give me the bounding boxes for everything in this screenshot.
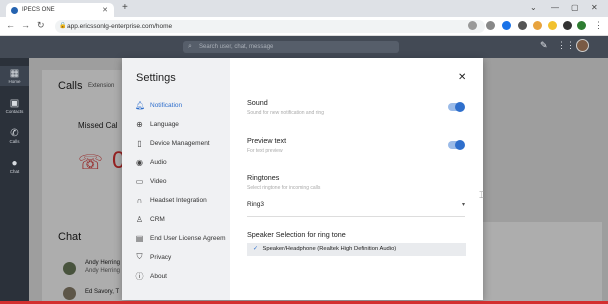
bell-icon: 🔔︎ — [135, 100, 146, 110]
mouse-cursor-icon: ⌶ — [479, 190, 485, 200]
url-bar[interactable]: 🔒 app.ericssonlg-enterprise.com/home — [55, 20, 485, 33]
menu-dots-icon[interactable]: ⋮ — [594, 20, 603, 31]
close-icon[interactable]: ✕ — [458, 72, 466, 83]
menu-item-eula[interactable]: ▤ End User License Agreem — [135, 232, 230, 244]
license-icon: ▤ — [135, 233, 144, 243]
toggle-knob — [455, 102, 465, 112]
collapse-tabs-icon[interactable]: ⌄ — [530, 3, 537, 12]
menu-label: End User License Agreem — [150, 234, 226, 242]
audio-icon: ◉ — [136, 157, 143, 167]
chat-icon: ● — [11, 158, 18, 169]
globe-icon: ⊕ — [136, 119, 143, 129]
menu-label: Privacy — [150, 253, 172, 261]
menu-label: About — [150, 272, 167, 280]
divider — [247, 216, 465, 217]
menu-item-headset-integration[interactable]: ∩ Headset Integration — [135, 194, 230, 206]
apps-grid-icon[interactable]: ⋮⋮ — [557, 40, 575, 51]
menu-item-notification[interactable]: 🔔︎ Notification — [135, 99, 230, 111]
device-icon: ▯ — [137, 138, 142, 148]
menu-label: Device Management — [150, 139, 210, 147]
search-input[interactable]: ⌕ Search user, chat, message — [183, 41, 399, 53]
ringtones-title: Ringtones — [247, 173, 280, 182]
close-tab-icon[interactable]: ✕ — [102, 6, 108, 14]
rail-item-chat[interactable]: ● Chat — [0, 158, 29, 174]
rail-label: Home — [8, 79, 21, 84]
menu-item-audio[interactable]: ◉ Audio — [135, 156, 230, 168]
compose-icon[interactable]: ✎ — [540, 40, 548, 51]
sound-subtitle: Sound for new notification and ring — [247, 110, 324, 116]
search-placeholder: Search user, chat, message — [199, 44, 274, 50]
site-favicon-icon — [11, 6, 18, 14]
menu-item-about[interactable]: ⓘ About — [135, 270, 230, 282]
cast-icon[interactable] — [486, 21, 495, 30]
video-icon: ▭ — [135, 176, 144, 186]
info-icon: ⓘ — [135, 271, 144, 281]
phone-icon: ✆ — [10, 128, 19, 139]
maximize-button[interactable]: ▢ — [571, 3, 579, 12]
settings-dialog: Settings 🔔︎ Notification ⊕ Language ▯ Devic… — [122, 58, 483, 300]
preview-text-subtitle: For text preview — [247, 148, 283, 154]
menu-label: Headset Integration — [150, 196, 207, 204]
person-icon: ♙ — [135, 214, 144, 224]
url-text: app.ericssonlg-enterprise.com/home — [67, 23, 173, 30]
extension-icon[interactable] — [548, 21, 557, 30]
ringtone-select[interactable]: Ring3 ▾ — [247, 201, 465, 213]
ringtones-subtitle: Select ringtone for incoming calls — [247, 185, 321, 191]
forward-button[interactable]: → — [21, 20, 30, 30]
menu-item-video[interactable]: ▭ Video — [135, 175, 230, 187]
checkmark-icon: ✓ — [253, 246, 258, 252]
menu-item-crm[interactable]: ♙ CRM — [135, 213, 230, 225]
lock-icon: 🔒 — [59, 23, 67, 29]
contacts-icon: ▣ — [9, 98, 20, 109]
extension-icon[interactable] — [518, 21, 527, 30]
menu-label: Language — [150, 120, 179, 128]
speaker-option-label: Speaker/Headphone (Realtek High Definiti… — [262, 246, 397, 252]
bookmark-star-icon[interactable] — [502, 21, 511, 30]
grid-icon: ▦ — [9, 68, 20, 79]
tab-title: IPECS ONE — [22, 7, 55, 13]
rail-item-contacts[interactable]: ▣ Contacts — [0, 98, 29, 114]
rail-item-calls[interactable]: ✆ Calls — [0, 128, 29, 144]
menu-label: Notification — [150, 101, 183, 109]
back-button[interactable]: ← — [6, 20, 15, 30]
headset-icon: ∩ — [136, 195, 143, 205]
new-tab-button[interactable]: + — [122, 2, 128, 13]
dropdown-arrow-icon: ▾ — [461, 202, 465, 208]
minimize-button[interactable]: — — [551, 3, 559, 12]
settings-title: Settings — [136, 72, 176, 84]
address-toolbar: ← → ↻ 🔒 app.ericssonlg-enterprise.com/ho… — [0, 17, 608, 36]
extension-icon[interactable] — [533, 21, 542, 30]
speaker-option[interactable]: ✓ Speaker/Headphone (Realtek High Defini… — [247, 243, 466, 256]
search-icon: ⌕ — [188, 43, 192, 50]
rail-label: Calls — [9, 139, 20, 144]
preview-text-toggle[interactable] — [448, 140, 465, 150]
menu-item-language[interactable]: ⊕ Language — [135, 118, 230, 130]
speaker-selection-title: Speaker Selection for ring tone — [247, 230, 346, 239]
key-icon[interactable] — [468, 21, 477, 30]
rail-label: Contacts — [5, 109, 24, 114]
close-window-button[interactable]: ✕ — [591, 3, 598, 12]
rail-label: Chat — [9, 169, 20, 174]
rail-item-home[interactable]: ▦ Home — [0, 66, 29, 86]
preview-text-title: Preview text — [247, 136, 287, 145]
sound-toggle[interactable] — [448, 102, 465, 112]
settings-sidebar: Settings 🔔︎ Notification ⊕ Language ▯ Devic… — [122, 58, 230, 300]
sound-title: Sound — [247, 98, 268, 107]
privacy-icon: ⛉ — [136, 252, 143, 261]
toggle-knob — [455, 140, 465, 150]
menu-item-privacy[interactable]: ⛉ Privacy — [135, 251, 230, 263]
menu-item-device-management[interactable]: ▯ Device Management — [135, 137, 230, 149]
left-navigation-rail: ▦ Home ▣ Contacts ✆ Calls ● Chat — [0, 58, 29, 304]
menu-label: Audio — [150, 158, 167, 166]
menu-label: CRM — [150, 215, 165, 223]
profile-avatar[interactable] — [577, 21, 586, 30]
menu-label: Video — [150, 177, 167, 185]
puzzle-icon[interactable] — [563, 21, 572, 30]
browser-tab-strip: IPECS ONE ✕ + ⌄ — ▢ ✕ — [0, 0, 608, 17]
reload-button[interactable]: ↻ — [37, 20, 45, 31]
browser-tab[interactable]: IPECS ONE ✕ — [6, 3, 114, 17]
user-avatar[interactable] — [576, 39, 589, 52]
ringtone-value: Ring3 — [247, 201, 264, 208]
